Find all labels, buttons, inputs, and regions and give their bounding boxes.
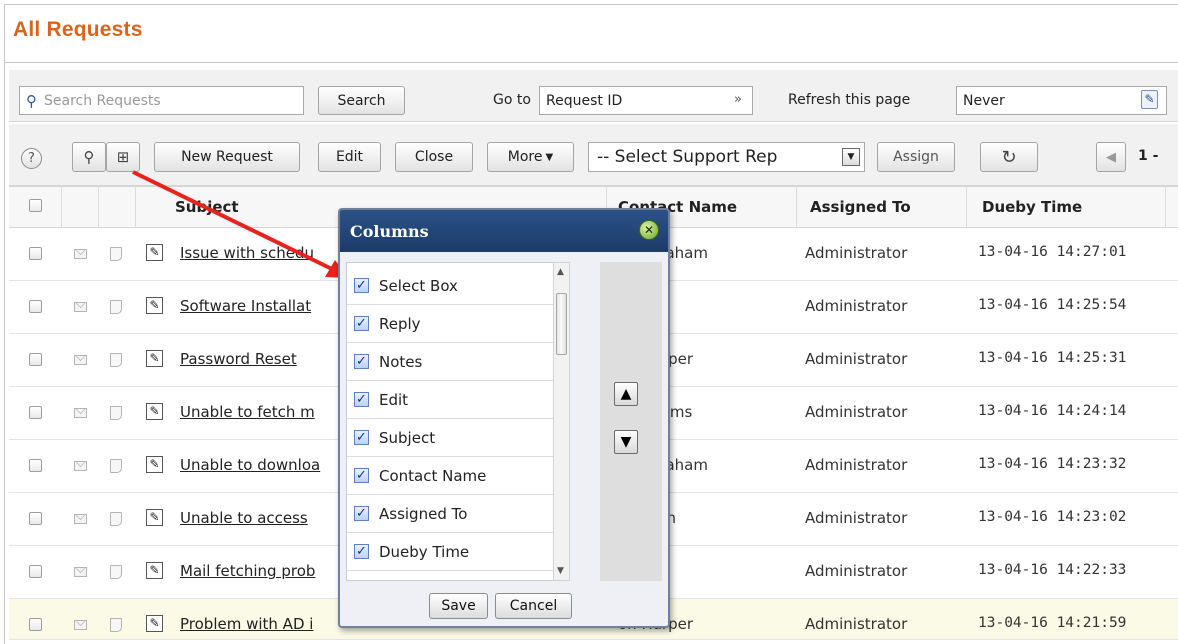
scroll-down-icon[interactable]: ▼ — [557, 566, 564, 576]
column-list: ✓ Select Box ✓ Reply ✓ Notes ✓ Edit ✓ Subject… — [346, 262, 564, 581]
scrollbar-thumb[interactable] — [556, 293, 567, 355]
column-order-pane: ▲ ▼ — [600, 262, 662, 581]
column-option-partial[interactable] — [347, 571, 559, 580]
cancel-button[interactable]: Cancel — [495, 593, 572, 619]
save-button[interactable]: Save — [429, 593, 488, 619]
column-list-scrollbar[interactable]: ▲ ▼ — [553, 262, 570, 581]
checkbox-checked-icon[interactable]: ✓ — [354, 430, 369, 445]
column-option-edit[interactable]: ✓ Edit — [347, 381, 559, 419]
scroll-up-icon[interactable]: ▲ — [557, 267, 564, 277]
column-option-label: Contact Name — [379, 466, 487, 485]
columns-dialog: Columns ✕ ✓ Select Box ✓ Reply ✓ Notes ✓ Edi… — [338, 208, 670, 628]
checkbox-checked-icon[interactable]: ✓ — [354, 354, 369, 369]
column-option-label: Dueby Time — [379, 542, 470, 561]
column-option-subject[interactable]: ✓ Subject — [347, 419, 559, 457]
checkbox-checked-icon[interactable]: ✓ — [354, 468, 369, 483]
checkbox-checked-icon[interactable]: ✓ — [354, 316, 369, 331]
column-option-notes[interactable]: ✓ Notes — [347, 343, 559, 381]
checkbox-checked-icon[interactable]: ✓ — [354, 278, 369, 293]
checkbox-checked-icon[interactable]: ✓ — [354, 392, 369, 407]
close-icon[interactable]: ✕ — [639, 220, 659, 240]
column-option-label: Select Box — [379, 276, 458, 295]
arrow-down-icon: ▼ — [620, 434, 632, 450]
column-option-reply[interactable]: ✓ Reply — [347, 305, 559, 343]
column-option-contact-name[interactable]: ✓ Contact Name — [347, 457, 559, 495]
column-option-label: Reply — [379, 314, 421, 333]
column-option-label: Subject — [379, 428, 436, 447]
arrow-up-icon: ▲ — [620, 386, 632, 402]
move-up-button[interactable]: ▲ — [614, 382, 638, 406]
column-option-label: Assigned To — [379, 504, 468, 523]
columns-dialog-title: Columns — [340, 210, 668, 252]
column-option-select-box[interactable]: ✓ Select Box — [347, 267, 559, 305]
column-option-dueby-time[interactable]: ✓ Dueby Time — [347, 533, 559, 571]
column-option-label: Notes — [379, 352, 423, 371]
column-option-assigned-to[interactable]: ✓ Assigned To — [347, 495, 559, 533]
column-option-label: Edit — [379, 390, 409, 409]
annotation-arrow-line — [132, 170, 335, 272]
move-down-button[interactable]: ▼ — [614, 430, 638, 454]
checkbox-checked-icon[interactable]: ✓ — [354, 506, 369, 521]
checkbox-checked-icon[interactable]: ✓ — [354, 544, 369, 559]
